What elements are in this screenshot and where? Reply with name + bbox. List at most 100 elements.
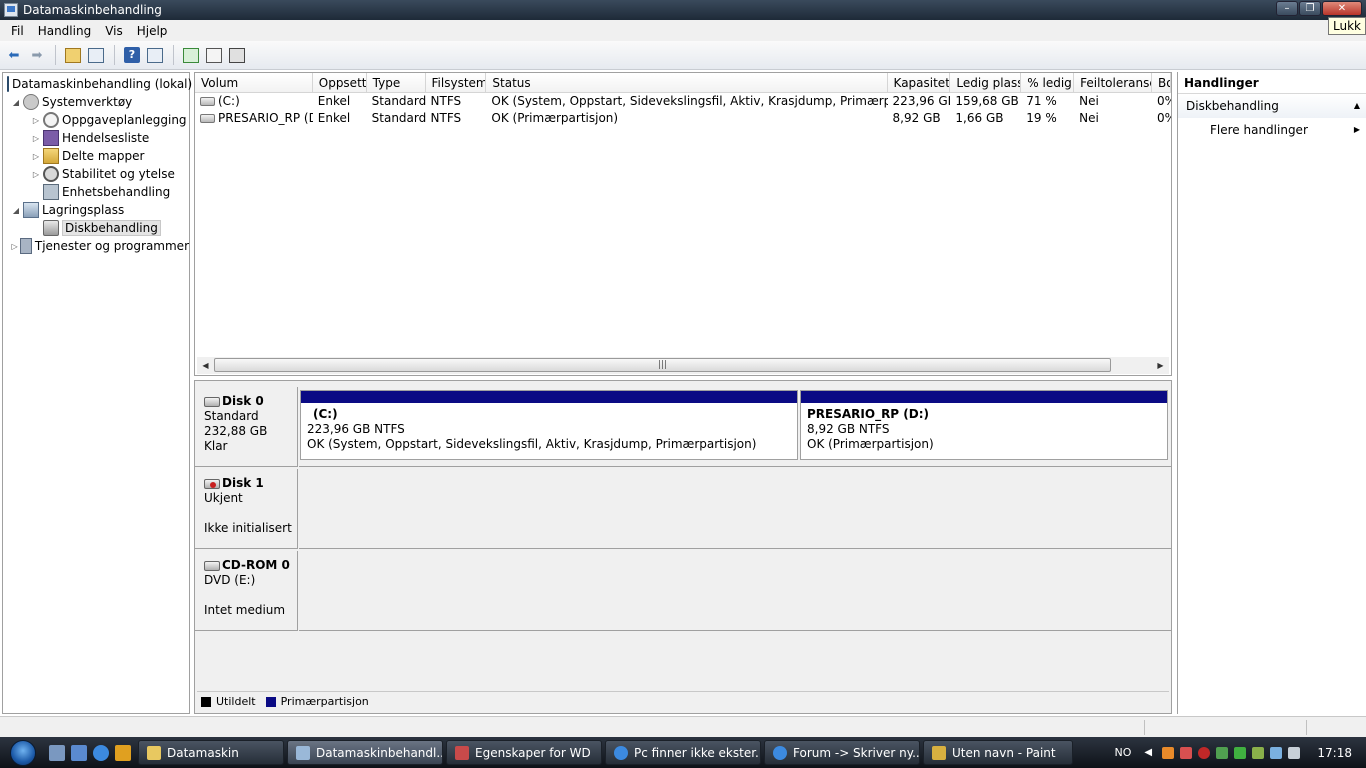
tree-item-reliability[interactable]: ▷ Stabilitet og ytelse	[3, 165, 189, 183]
filesystem-cell: NTFS	[430, 94, 462, 108]
primary-partition-bar	[301, 391, 797, 403]
taskbar-item-wd-properties[interactable]: Egenskaper for WD	[446, 740, 602, 765]
tree-item-storage[interactable]: ◢ Lagringsplass	[3, 201, 189, 219]
horizontal-scrollbar[interactable]: ◀ ||| ▶	[197, 357, 1169, 374]
show-hidden-icons-icon[interactable]: ◀	[1144, 747, 1156, 759]
tree-item-shared-folders[interactable]: ▷ Delte mapper	[3, 147, 189, 165]
column-header-percent-free[interactable]: % ledig	[1021, 73, 1075, 92]
disk-partition-area[interactable]	[299, 469, 1171, 549]
column-header-status[interactable]: Status	[486, 73, 888, 92]
column-header-capacity[interactable]: Kapasitet	[888, 73, 951, 92]
column-header-volume[interactable]: Volum	[195, 73, 313, 92]
menu-view[interactable]: Vis	[98, 24, 130, 38]
help-button[interactable]: ?	[121, 44, 143, 66]
show-hide-tree-button[interactable]	[85, 44, 107, 66]
disk-type: DVD (E:)	[204, 573, 256, 587]
show-hide-action-pane-button[interactable]	[144, 44, 166, 66]
tree-item-label: Stabilitet og ytelse	[62, 167, 175, 181]
layout-cell: Enkel	[317, 94, 351, 108]
arrow-right-icon: ➡	[31, 47, 43, 63]
tree-item-task-scheduler[interactable]: ▷ Oppgaveplanlegging	[3, 111, 189, 129]
uninitialized-disk-icon	[204, 478, 220, 489]
expand-icon[interactable]: ▷	[31, 170, 41, 179]
status-cell: OK (System, Oppstart, Sidevekslingsfil, …	[491, 94, 887, 108]
disk-label[interactable]: Disk 0 Standard 232,88 GB Klar	[195, 387, 298, 467]
expand-icon[interactable]: ▷	[31, 116, 41, 125]
column-header-type[interactable]: Type	[367, 73, 426, 92]
volume-icon[interactable]	[1288, 746, 1301, 759]
partition-d[interactable]: PRESARIO_RP (D:) 8,92 GB NTFS OK (Primær…	[800, 390, 1168, 460]
taskbar-item-browser-2[interactable]: Forum -> Skriver ny...	[764, 740, 920, 765]
scroll-right-icon[interactable]: ▶	[1152, 357, 1169, 374]
partition-status: OK (System, Oppstart, Sidevekslingsfil, …	[307, 437, 757, 451]
tools-icon	[23, 94, 39, 110]
maximize-button[interactable]: ❐	[1299, 1, 1321, 16]
tree-item-services[interactable]: ▷ Tjenester og programmer	[3, 237, 189, 255]
partition-c[interactable]: (C:) 223,96 GB NTFS OK (System, Oppstart…	[300, 390, 798, 460]
properties-button[interactable]	[203, 44, 225, 66]
more-actions-item[interactable]: Flere handlinger ▶	[1178, 118, 1366, 142]
column-header-overhead[interactable]: Bo	[1152, 73, 1171, 92]
table-row[interactable]: (C:) Enkel Standard NTFS OK (System, Opp…	[195, 93, 1171, 110]
column-header-filesystem[interactable]: Filsystem	[426, 73, 487, 92]
tree-item-event-viewer[interactable]: ▷ Hendelsesliste	[3, 129, 189, 147]
minimize-button[interactable]: –	[1276, 1, 1298, 16]
internet-explorer-icon[interactable]	[93, 744, 109, 761]
safely-remove-hardware-icon[interactable]	[1252, 746, 1265, 759]
taskbar-item-browser-1[interactable]: Pc finner ikke ekster...	[605, 740, 761, 765]
expand-icon[interactable]: ▷	[31, 152, 41, 161]
forward-button[interactable]: ➡	[26, 44, 48, 66]
primary-partition-bar	[801, 391, 1167, 403]
close-button[interactable]: ✕	[1322, 1, 1362, 16]
scroll-left-icon[interactable]: ◀	[197, 357, 214, 374]
disk-label[interactable]: CD-ROM 0 DVD (E:) Intet medium	[195, 551, 298, 631]
menu-help[interactable]: Hjelp	[130, 24, 175, 38]
toolbar-separator	[173, 45, 174, 65]
disk-type: Standard	[204, 409, 259, 423]
tree-item-root[interactable]: Datamaskinbehandling (lokal)	[3, 75, 192, 93]
language-indicator[interactable]: NO	[1115, 746, 1132, 759]
back-button[interactable]: ⬅	[3, 44, 25, 66]
up-level-button[interactable]	[62, 44, 84, 66]
column-header-fault-tolerance[interactable]: Feiltoleranse	[1074, 73, 1153, 92]
column-header-free-space[interactable]: Ledig plass	[950, 73, 1022, 92]
media-player-icon[interactable]	[115, 744, 131, 761]
column-header-layout[interactable]: Oppsett	[313, 73, 367, 92]
collapse-icon[interactable]: ◢	[11, 206, 21, 215]
switch-windows-icon[interactable]	[71, 744, 87, 761]
taskbar-item-computer-management[interactable]: Datamaskinbehandl...	[287, 740, 443, 765]
disk-settings-button[interactable]	[226, 44, 248, 66]
table-row[interactable]: PRESARIO_RP (D:) Enkel Standard NTFS OK …	[195, 110, 1171, 127]
tray-app-icon[interactable]	[1162, 746, 1175, 759]
expand-icon[interactable]: ▷	[31, 134, 41, 143]
menu-file[interactable]: Fil	[4, 24, 31, 38]
window-controls: – ❐ ✕	[1275, 1, 1362, 16]
storage-icon	[23, 202, 39, 218]
tray-app-icon[interactable]	[1234, 746, 1247, 759]
tray-app-icon[interactable]	[1198, 746, 1211, 759]
disk-label[interactable]: Disk 1 Ukjent Ikke initialisert	[195, 469, 298, 549]
tree-item-device-manager[interactable]: Enhetsbehandling	[3, 183, 189, 201]
close-tooltip: Lukk	[1328, 17, 1366, 35]
tree-item-disk-management[interactable]: Diskbehandling	[3, 219, 189, 237]
actions-section-disk-management[interactable]: Diskbehandling ▲	[1178, 94, 1366, 118]
show-desktop-icon[interactable]	[49, 744, 65, 761]
start-button[interactable]	[0, 737, 46, 768]
clock[interactable]: 17:18	[1317, 746, 1352, 760]
taskbar-item-computer[interactable]: Datamaskin	[138, 740, 284, 765]
tree-item-system-tools[interactable]: ◢ Systemverktøy	[3, 93, 189, 111]
internet-explorer-icon	[773, 745, 787, 760]
refresh-button[interactable]	[180, 44, 202, 66]
menu-action[interactable]: Handling	[31, 24, 99, 38]
network-icon[interactable]	[1270, 746, 1283, 759]
overhead-cell: 0%	[1157, 94, 1171, 108]
collapse-up-icon[interactable]: ▲	[1354, 94, 1360, 118]
layout-cell: Enkel	[317, 111, 351, 125]
tray-app-icon[interactable]	[1180, 746, 1193, 759]
disk-partition-area[interactable]	[299, 551, 1171, 631]
scroll-thumb[interactable]: |||	[214, 358, 1111, 372]
taskbar-item-paint[interactable]: Uten navn - Paint	[923, 740, 1073, 765]
tray-app-icon[interactable]	[1216, 746, 1229, 759]
expand-icon[interactable]: ▷	[11, 242, 18, 251]
collapse-icon[interactable]: ◢	[11, 98, 21, 107]
